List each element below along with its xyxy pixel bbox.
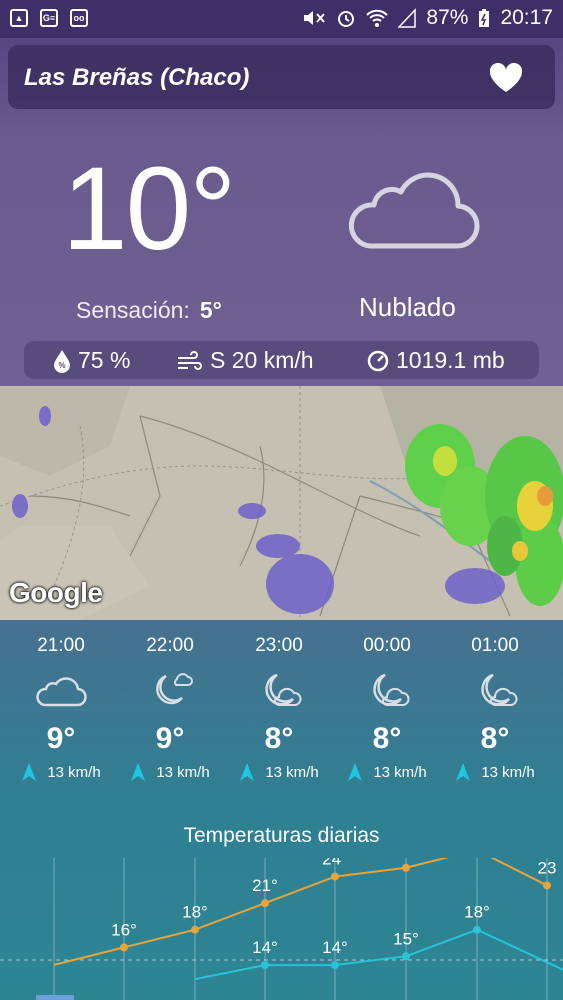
chart-data-label: 14°	[322, 938, 348, 957]
radar-map[interactable]: Google	[0, 386, 563, 620]
wind-direction-icon	[456, 763, 471, 781]
hour-wind-speed: 13 km/h	[156, 763, 210, 781]
heart-icon[interactable]	[489, 63, 523, 93]
stats-bar: % 75 % S 20 km/h 1019.1 mb	[24, 341, 539, 379]
location-name[interactable]: Las Breñas (Chaco)	[24, 64, 249, 92]
hour-temp: 9°	[46, 722, 76, 755]
hour-wind-speed: 13 km/h	[481, 763, 535, 781]
battery-percent: 87%	[426, 6, 469, 29]
chart-point	[261, 899, 269, 908]
google-attribution: Google	[9, 577, 103, 608]
clock: 20:17	[500, 6, 553, 29]
hour-time: 22:00	[146, 635, 194, 656]
wind-direction-icon	[240, 763, 255, 781]
humidity-stat: % 75 %	[52, 347, 130, 374]
hour-wind: 13 km/h	[7, 762, 115, 782]
chart-data-label: 23	[538, 858, 557, 877]
status-bar: ▲ G≡ oo 87% 20:17	[0, 0, 563, 38]
hour-wind: 13 km/h	[441, 762, 549, 782]
system-icons: 87% 20:17	[302, 6, 553, 30]
chart-data-label: 14°	[252, 938, 278, 957]
hourly-forecast: 21:00 9° 13 km/h 22:00 9° 13 km/h 23:00 …	[0, 628, 563, 788]
chart-bar-mark	[36, 995, 74, 1000]
hour-wind-speed: 13 km/h	[47, 763, 101, 781]
wind-direction-icon	[22, 763, 37, 781]
chart-point	[120, 943, 128, 952]
chart-point	[402, 952, 410, 961]
hour-wind: 13 km/h	[225, 762, 333, 782]
chart-data-label: 24°	[322, 858, 348, 869]
chart-data-label: 25°	[393, 858, 419, 860]
chart-data-label: 18°	[464, 903, 490, 922]
pressure-value: 1019.1 mb	[396, 347, 505, 373]
hour-time: 23:00	[255, 635, 303, 656]
svg-text:%: %	[58, 361, 65, 370]
wind-direction-icon	[131, 763, 146, 781]
hour-temp: 8°	[264, 722, 294, 755]
wind-value: S 20 km/h	[210, 347, 314, 373]
feels-like: Sensación: 5°	[76, 297, 222, 324]
moon-cloud-icon	[373, 673, 410, 706]
pressure-stat: 1019.1 mb	[366, 347, 505, 374]
wind-stat: S 20 km/h	[176, 347, 314, 374]
chart-data-label: 15°	[393, 929, 419, 948]
cloud-icon	[348, 172, 480, 249]
wifi-icon	[366, 9, 389, 27]
hour-temp: 8°	[480, 722, 510, 755]
cloud-icon	[36, 677, 87, 707]
news-icon: G≡	[40, 9, 58, 27]
feels-like-value: 5°	[199, 297, 222, 323]
hour-item[interactable]: 23:00 8° 13 km/h	[225, 628, 333, 782]
chart-point	[191, 925, 199, 934]
chart-data-label: 16°	[111, 920, 137, 939]
daily-chart-title: Temperaturas diarias	[183, 824, 380, 847]
hour-wind-speed: 13 km/h	[373, 763, 427, 781]
location-header: Las Breñas (Chaco)	[8, 45, 555, 109]
chart-data-label: 21°	[252, 876, 278, 895]
hour-wind-speed: 13 km/h	[265, 763, 319, 781]
humidity-icon: %	[54, 349, 70, 373]
notification-icons: ▲ G≡ oo	[10, 9, 88, 27]
alarm-icon	[338, 11, 355, 27]
chart-point	[261, 961, 269, 970]
hour-wind: 13 km/h	[116, 762, 224, 782]
voicemail-icon: oo	[70, 9, 88, 27]
hour-item[interactable]: 00:00 8° 13 km/h	[333, 628, 441, 782]
wind-direction-icon	[348, 763, 363, 781]
pressure-gauge-icon	[367, 350, 389, 371]
mute-icon	[304, 11, 326, 25]
condition-text: Nublado	[359, 292, 456, 322]
hour-temp: 9°	[155, 722, 185, 755]
hour-item[interactable]: 21:00 9° 13 km/h	[7, 628, 115, 782]
chart-point	[331, 872, 339, 881]
chart-point	[473, 925, 481, 934]
hour-time: 00:00	[363, 635, 411, 656]
moon-cloud-icon	[481, 673, 518, 706]
wind-icon	[178, 350, 202, 370]
feels-like-label: Sensación:	[76, 297, 190, 323]
gallery-icon: ▲	[10, 9, 28, 27]
moon-cloud-icon	[265, 673, 302, 706]
hour-item[interactable]: 22:00 9° 13 km/h	[116, 628, 224, 782]
hour-temp: 8°	[372, 722, 402, 755]
hour-item[interactable]: 01:00 8° 13 km/h	[441, 628, 549, 782]
humidity-value: 75 %	[78, 347, 131, 373]
battery-charging-icon	[479, 9, 490, 27]
daily-temperature-chart[interactable]: 16°18°21°24°25°27°2314°14°15°18°	[0, 858, 563, 1000]
current-temperature: 10°	[62, 143, 236, 275]
chart-point	[402, 863, 410, 872]
moon-cloud-icon	[156, 673, 193, 705]
chart-point	[543, 881, 551, 890]
hour-time: 21:00	[37, 635, 85, 656]
chart-series-line	[194, 928, 563, 981]
hour-time: 01:00	[471, 635, 519, 656]
chart-data-label: 18°	[182, 903, 208, 922]
chart-point	[331, 961, 339, 970]
signal-icon	[398, 8, 417, 28]
hour-wind: 13 km/h	[333, 762, 441, 782]
